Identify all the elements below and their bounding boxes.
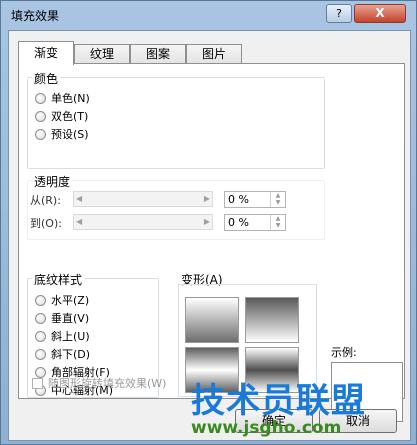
gradient-panel: 颜色 单色(N) 双色(T) 预设(S) 透明度 从(R): ◀ ▶ 0 % ▲ ▼ … [18,63,405,422]
ok-button[interactable]: 确定 [235,409,313,433]
rotate-with-shape-checkbox[interactable]: 随图形旋转填充效果(W) [32,375,166,391]
from-slider[interactable]: ◀ ▶ [73,191,213,207]
title-bar[interactable]: 填充效果 ? X [1,1,416,29]
radio-label: 斜上(U) [51,330,90,343]
dialog-body: 渐变 纹理 图案 图片 颜色 单色(N) 双色(T) 预设(S) 透明度 从(R… [8,30,411,441]
variant-2[interactable] [245,297,299,343]
to-spinner[interactable]: 0 % ▲ ▼ [224,214,286,231]
radio-preset[interactable]: 预设(S) [35,126,89,142]
radio-icon [35,348,46,360]
to-slider[interactable]: ◀ ▶ [73,214,213,230]
radio-one-color[interactable]: 单色(N) [35,90,90,106]
close-button[interactable]: X [354,4,406,23]
variant-1[interactable] [185,297,239,343]
tab-gradient[interactable]: 渐变 [18,41,74,65]
variant-4[interactable] [245,347,299,393]
radio-diagonal-down[interactable]: 斜下(D) [35,346,90,362]
radio-icon [35,92,46,104]
radio-label: 单色(N) [51,92,90,105]
dialog-title: 填充效果 [11,9,60,23]
from-label: 从(R): [30,194,61,207]
tab-picture[interactable]: 图片 [186,44,242,64]
tab-pattern[interactable]: 图案 [130,44,186,64]
radio-icon [35,330,46,342]
from-value: 0 % [228,193,249,206]
fill-effects-dialog: 填充效果 ? X 渐变 纹理 图案 图片 颜色 单色(N) 双色(T) 预设(S… [0,0,417,445]
variant-3[interactable] [185,347,239,393]
radio-label: 垂直(V) [51,312,90,325]
spinner-arrows-icon[interactable]: ▲ ▼ [270,215,285,230]
radio-icon [35,128,46,140]
radio-icon [35,110,46,122]
to-label: 到(O): [30,217,62,230]
scroll-left-icon: ◀ [76,217,83,226]
radio-label: 水平(Z) [51,294,90,307]
transparency-group: 透明度 从(R): ◀ ▶ 0 % ▲ ▼ 到(O): ◀ ▶ 0 % ▲ ▼ [27,173,325,240]
radio-icon [35,294,46,306]
radio-label: 斜下(D) [51,348,91,361]
sample-label: 示例: [331,346,357,359]
from-spinner[interactable]: 0 % ▲ ▼ [224,191,286,208]
to-value: 0 % [228,216,249,229]
shading-styles-label: 底纹样式 [32,271,85,288]
tab-texture[interactable]: 纹理 [74,44,130,64]
radio-label: 双色(T) [51,110,89,123]
radio-horizontal[interactable]: 水平(Z) [35,292,89,308]
radio-vertical[interactable]: 垂直(V) [35,310,89,326]
spinner-arrows-icon[interactable]: ▲ ▼ [270,192,285,207]
checkbox-icon [32,377,43,389]
rotate-with-shape-label: 随图形旋转填充效果(W) [48,377,167,390]
help-button[interactable]: ? [326,4,352,23]
radio-diagonal-up[interactable]: 斜上(U) [35,328,90,344]
colors-group: 颜色 单色(N) 双色(T) 预设(S) [27,70,325,169]
radio-two-colors[interactable]: 双色(T) [35,108,88,124]
cancel-button[interactable]: 取消 [319,409,397,433]
transparency-group-label: 透明度 [32,173,73,190]
scroll-right-icon: ▶ [203,217,210,226]
scroll-left-icon: ◀ [76,194,83,203]
radio-icon [35,312,46,324]
variants-group [178,284,317,397]
radio-label: 预设(S) [51,128,89,141]
colors-group-label: 颜色 [32,70,61,87]
scroll-right-icon: ▶ [203,194,210,203]
